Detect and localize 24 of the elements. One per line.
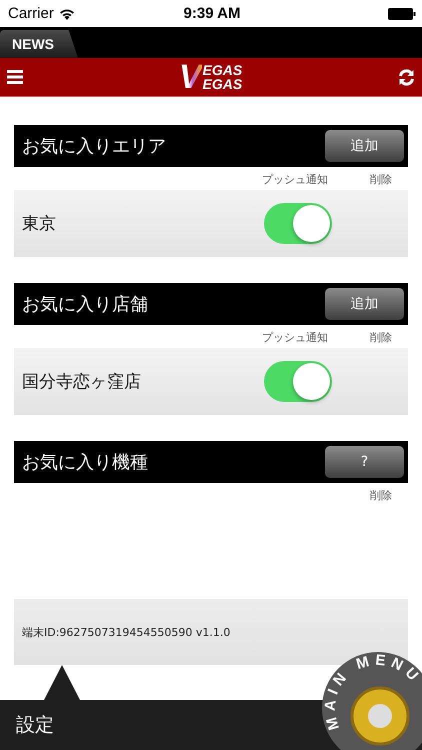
settings-title: 設定 xyxy=(16,713,54,738)
push-toggle[interactable] xyxy=(264,361,332,402)
carrier-label: Carrier xyxy=(8,5,54,22)
column-label: プッシュ通知 xyxy=(262,172,328,187)
battery-icon xyxy=(388,8,416,20)
column-label: 削除 xyxy=(370,330,392,345)
column-label: プッシュ通知 xyxy=(262,330,328,345)
refresh-icon[interactable] xyxy=(398,68,415,86)
add-button[interactable]: 追加 xyxy=(325,130,404,162)
favorite-name: 国分寺恋ヶ窪店 xyxy=(22,371,142,393)
device-info-text: 端末ID:9627507319454550590 v1.1.0 xyxy=(22,624,230,640)
section-title: お気に入り機種 xyxy=(22,451,148,474)
time-label: 9:39 AM xyxy=(184,5,240,22)
news-tab[interactable]: NEWS xyxy=(0,30,78,58)
push-toggle[interactable] xyxy=(264,203,332,244)
menu-icon[interactable] xyxy=(7,70,23,84)
column-label: 削除 xyxy=(370,488,392,503)
column-label: 削除 xyxy=(370,172,392,187)
add-button[interactable]: 追加 xyxy=(325,288,404,320)
favorite-name: 東京 xyxy=(22,213,57,235)
wifi-icon xyxy=(58,8,75,20)
section-title: お気に入り店舗 xyxy=(22,293,148,316)
section-title: お気に入りエリア xyxy=(22,135,166,158)
add-button[interactable]: ? xyxy=(325,446,404,478)
